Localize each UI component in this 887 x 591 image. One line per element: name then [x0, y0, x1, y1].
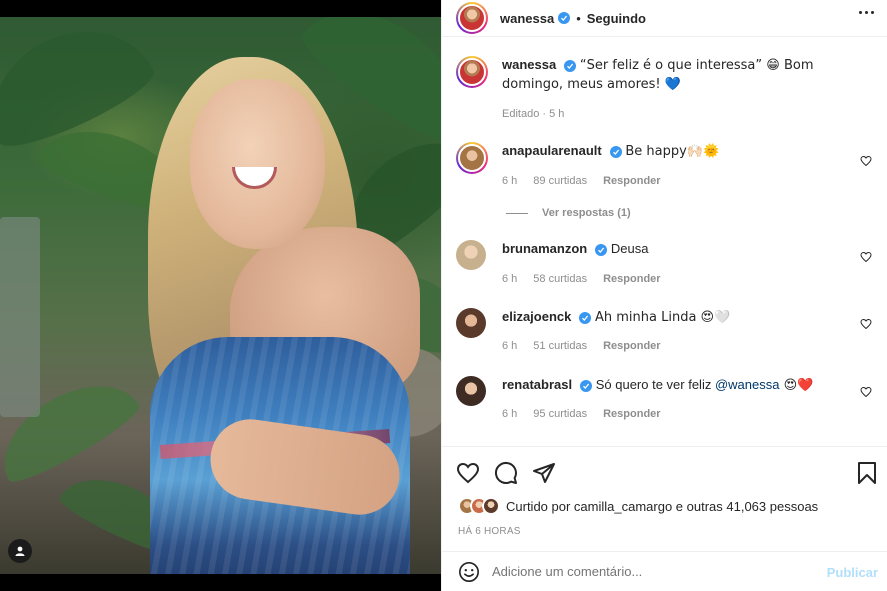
comment-text: anapaularenault Be happy🙌🏻🌞 — [502, 142, 872, 161]
publish-button[interactable]: Publicar — [827, 565, 878, 580]
post-time: HÁ 6 HORAS — [458, 526, 521, 537]
comment-like-heart-icon[interactable] — [860, 318, 872, 330]
smiley-icon[interactable] — [458, 561, 480, 583]
comment-likes-count[interactable]: 89 curtidas — [533, 175, 587, 187]
comment-row: elizajoenck Ah minha Linda 😍🤍 6 h 51 cur… — [456, 308, 876, 368]
reply-button[interactable]: Responder — [603, 340, 660, 352]
comment-icon[interactable] — [494, 461, 518, 485]
comment-meta: 6 h 89 curtidas Responder — [502, 175, 661, 187]
view-replies-button[interactable]: Ver respostas (1) — [506, 207, 631, 219]
reply-button[interactable]: Responder — [603, 175, 660, 187]
heart-icon[interactable] — [456, 461, 480, 485]
author-avatar[interactable] — [458, 4, 486, 32]
post-photo[interactable] — [0, 17, 441, 574]
user-tag-button[interactable] — [8, 539, 32, 563]
comment-text: renatabrasl Só quero te ver feliz @wanes… — [502, 377, 814, 393]
comment-like-heart-icon[interactable] — [860, 155, 872, 167]
caption-meta: Editado · 5 h — [502, 108, 565, 120]
comment-avatar[interactable] — [456, 376, 486, 406]
likes-summary[interactable]: Curtido por camilla_camargo e outras 41,… — [458, 497, 818, 515]
comment-username[interactable]: brunamanzon — [502, 241, 587, 256]
verified-badge-icon — [609, 146, 622, 158]
comment-input[interactable] — [492, 564, 812, 579]
comment-row: renatabrasl Só quero te ver feliz @wanes… — [456, 376, 876, 436]
comment-username[interactable]: renatabrasl — [502, 377, 572, 392]
comment-body: Ah minha Linda 😍🤍 — [595, 310, 731, 325]
comment-meta: 6 h 95 curtidas Responder — [502, 408, 661, 420]
post-side-panel: wanessa • Seguindo wanessa “Ser feliz é … — [441, 0, 887, 591]
comment-text: elizajoenck Ah minha Linda 😍🤍 — [502, 308, 872, 327]
verified-badge-icon — [595, 244, 608, 256]
comment-avatar[interactable] — [456, 308, 486, 338]
verified-badge-icon — [579, 312, 592, 324]
add-comment-bar: Publicar — [442, 551, 887, 591]
mention-link[interactable]: @wanessa — [715, 377, 780, 392]
user-tag-icon — [15, 546, 25, 556]
likes-text[interactable]: Curtido por camilla_camargo e outras 41,… — [506, 499, 818, 514]
comment-meta: 6 h 51 curtidas Responder — [502, 340, 661, 352]
comment-text: brunamanzon Deusa — [502, 240, 872, 258]
comment-likes-count[interactable]: 95 curtidas — [533, 408, 587, 420]
comment-avatar[interactable] — [458, 144, 486, 172]
subject-face — [190, 79, 325, 249]
comment-body: Be happy🙌🏻🌞 — [625, 144, 720, 159]
reply-button[interactable]: Responder — [603, 273, 660, 285]
photo-column — [0, 0, 441, 591]
reply-button[interactable]: Responder — [603, 408, 660, 420]
comment-like-heart-icon[interactable] — [860, 386, 872, 398]
post-header: wanessa • Seguindo — [442, 0, 887, 36]
comment-username[interactable]: anapaularenault — [502, 143, 602, 158]
comment-avatar-ring[interactable] — [456, 142, 488, 174]
paper-plane-icon[interactable] — [532, 461, 556, 485]
comments-list[interactable]: wanessa “Ser feliz é o que interessa” 😁 … — [442, 36, 887, 446]
caption-text: wanessa “Ser feliz é o que interessa” 😁 … — [502, 56, 872, 94]
following-button[interactable]: Seguindo — [587, 11, 646, 26]
author-avatar-ring[interactable] — [456, 2, 488, 34]
verified-badge-icon — [558, 12, 571, 24]
liker-avatar — [482, 497, 500, 515]
caption-avatar-ring[interactable] — [456, 56, 488, 88]
caption-avatar[interactable] — [458, 58, 486, 86]
more-icon[interactable] — [859, 11, 874, 14]
comment-body: Deusa — [610, 241, 649, 256]
bookmark-icon[interactable] — [856, 461, 878, 485]
caption-row: wanessa “Ser feliz é o que interessa” 😁 … — [456, 56, 876, 126]
author-username[interactable]: wanessa — [500, 11, 554, 26]
comment-like-heart-icon[interactable] — [860, 251, 872, 263]
verified-badge-icon — [580, 380, 593, 392]
comment-username[interactable]: elizajoenck — [502, 309, 571, 324]
comment-meta: 6 h 58 curtidas Responder — [502, 273, 661, 285]
caption-username[interactable]: wanessa — [502, 57, 556, 72]
comment-likes-count[interactable]: 58 curtidas — [533, 273, 587, 285]
verified-badge-icon — [564, 60, 577, 72]
post-actions: Curtido por camilla_camargo e outras 41,… — [442, 446, 887, 551]
comment-avatar[interactable] — [456, 240, 486, 270]
comment-body: Só quero te ver feliz — [595, 377, 715, 392]
post-dialog: wanessa • Seguindo wanessa “Ser feliz é … — [0, 0, 887, 591]
comment-likes-count[interactable]: 51 curtidas — [533, 340, 587, 352]
comment-row: brunamanzon Deusa 6 h 58 curtidas Respon… — [456, 240, 876, 300]
header-separator: • — [576, 10, 581, 26]
